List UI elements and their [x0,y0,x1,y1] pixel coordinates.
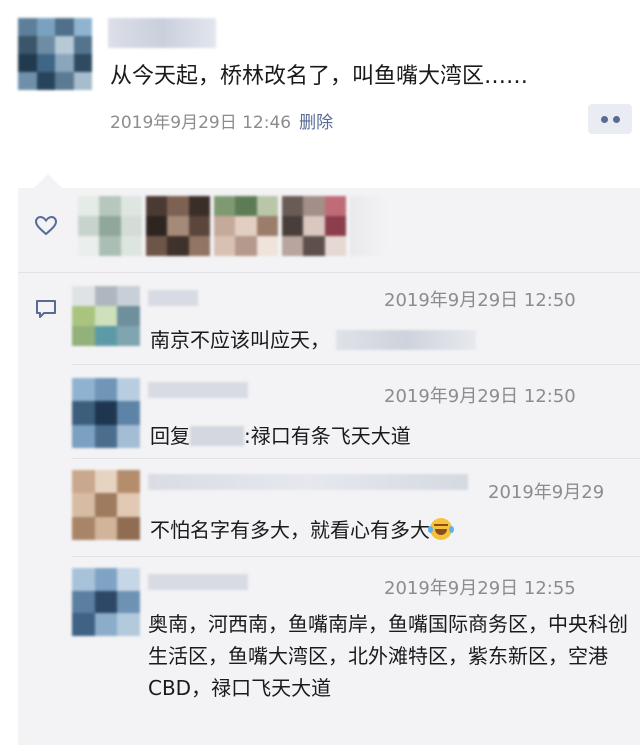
comment-time: 2019年9月29日 12:50 [384,290,576,311]
liker-avatar[interactable] [350,196,388,256]
reply-target-redacted[interactable] [190,426,244,446]
comment-body: 南京不应该叫应天， [150,328,330,352]
commenter-avatar[interactable] [72,470,140,540]
panel-divider [18,272,640,273]
comment-body: 不怕名字有多大，就看心有多大 [150,518,430,542]
post-text: 从今天起，桥林改名了，叫鱼嘴大湾区…… [110,64,529,89]
comment-text: 不怕名字有多大，就看心有多大 [150,514,454,543]
comment-body: 奥南，河西南，鱼嘴南岸，鱼嘴国际商务区，中央科创生活区，鱼嘴大湾区，北外滩特区，… [148,612,628,700]
comment-time: 2019年9月29日 12:55 [384,578,576,599]
comment-body: :禄口有条飞天大道 [244,424,411,448]
redacted-text [336,330,477,350]
comment-divider [72,458,640,459]
comment-text: 南京不应该叫应天， [150,324,477,353]
more-options-button[interactable] [588,104,632,134]
liker-avatar[interactable] [78,196,142,256]
poster-avatar[interactable] [18,18,92,90]
more-dots-icon [600,115,608,123]
liker-avatar[interactable] [282,196,346,256]
liker-avatar[interactable] [214,196,278,256]
delete-link[interactable]: 删除 [299,113,333,133]
comment-divider [72,556,640,557]
comment-time: 2019年9月29日 12:50 [384,386,576,407]
post-time: 2019年9月29日 12:46 [110,113,292,133]
liker-avatar[interactable] [146,196,210,256]
comment-icon [36,300,56,318]
reply-prefix: 回复 [150,424,190,448]
commenter-name-redacted[interactable] [148,382,248,398]
comment-divider [72,364,640,365]
commenter-avatar[interactable] [72,568,140,636]
commenter-avatar[interactable] [72,286,140,346]
poster-name-redacted[interactable] [108,18,216,48]
commenter-name-redacted[interactable] [148,474,468,490]
commenter-avatar[interactable] [72,378,140,448]
commenter-name-redacted[interactable] [148,574,248,590]
post-meta: 2019年9月29日 12:46 删除 [110,108,333,133]
heart-icon [35,216,57,236]
laughing-tears-emoji-icon [428,518,454,540]
comment-text: 回复 :禄口有条飞天大道 [150,420,411,449]
comment-time: 2019年9月29 [488,482,605,503]
commenter-name-redacted[interactable] [148,290,198,306]
panel-arrow [34,174,62,188]
